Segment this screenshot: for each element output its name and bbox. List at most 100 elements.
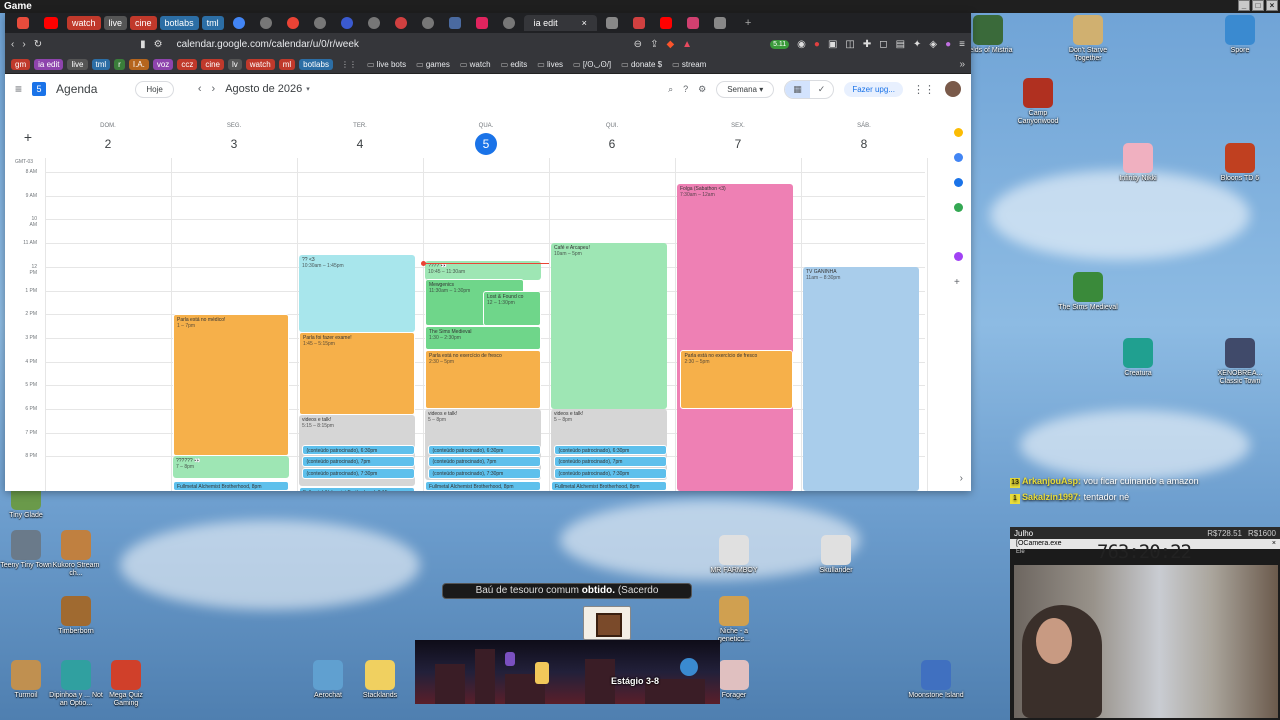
- maps-icon[interactable]: [954, 203, 963, 212]
- desktop-shortcut[interactable]: XENOBREA... Classic Town: [1210, 338, 1270, 386]
- chat-username[interactable]: ArkanjouAsp:: [1022, 476, 1081, 486]
- create-button[interactable]: +: [19, 128, 37, 146]
- calendar-event[interactable]: (conteúdo patrocinado), 7:30pm: [554, 468, 667, 479]
- reload-icon[interactable]: ↻: [34, 39, 42, 50]
- bookmark-chip[interactable]: voz: [152, 59, 174, 70]
- calendar-event[interactable]: Folga (Sabathon <3) 7:30am – 12am: [677, 183, 793, 491]
- more-bookmarks-icon[interactable]: »: [959, 59, 965, 70]
- globe-icon[interactable]: [421, 17, 434, 29]
- tab-botlabs[interactable]: botlabs: [159, 16, 199, 30]
- bookmark-folder[interactable]: donate $: [621, 60, 662, 69]
- calendar-view-icon[interactable]: ▦: [785, 80, 810, 98]
- bookmark-chip[interactable]: ccz: [177, 59, 198, 70]
- bookmark-folder[interactable]: watch: [460, 60, 491, 69]
- day-header[interactable]: QUA. 5: [423, 123, 549, 155]
- calendar-event[interactable]: (conteúdo patrocinado), 7pm: [428, 456, 541, 468]
- bookmark-chip[interactable]: r: [114, 59, 125, 70]
- desktop-shortcut[interactable]: Infinity Nikki: [1108, 143, 1168, 183]
- apps-grid-icon[interactable]: ⋮⋮: [913, 83, 935, 96]
- close-icon[interactable]: ×: [1272, 539, 1276, 549]
- day-number[interactable]: 6: [601, 133, 623, 155]
- menu-icon[interactable]: ≡: [959, 39, 965, 50]
- calendar-event[interactable]: Lost & Found co 12 – 1:30pm: [483, 290, 541, 327]
- new-tab-icon[interactable]: +: [745, 17, 751, 29]
- day-header[interactable]: QUI. 6: [549, 123, 675, 155]
- calendar-event[interactable]: (conteúdo patrocinado), 7:30pm: [428, 468, 541, 479]
- extension-icon[interactable]: ▣: [828, 39, 837, 50]
- day-header[interactable]: SEX. 7: [675, 123, 801, 155]
- desktop-shortcut[interactable]: Moonstone Island: [906, 660, 966, 700]
- bookmark-folder[interactable]: games: [416, 60, 450, 69]
- desktop-shortcut[interactable]: Timberborn: [46, 596, 106, 636]
- tab-tml[interactable]: tml: [201, 16, 224, 30]
- chrome-icon[interactable]: [232, 17, 245, 29]
- calendar-event[interactable]: Fullmetal Alchemist Brotherhood, 8pm: [551, 481, 667, 491]
- zoom-icon[interactable]: ⊖: [634, 39, 642, 50]
- globe-icon[interactable]: [313, 17, 326, 29]
- desktop-shortcut[interactable]: Spore: [1210, 15, 1270, 55]
- desktop-shortcut[interactable]: Skullarider: [806, 535, 866, 575]
- tab-icon[interactable]: [394, 17, 407, 29]
- tab-active[interactable]: ia edit ×: [523, 15, 597, 31]
- record-icon[interactable]: ●: [814, 39, 820, 50]
- tab-icon[interactable]: [686, 17, 699, 29]
- bookmark-chip[interactable]: ml: [278, 59, 296, 70]
- forward-icon[interactable]: ›: [22, 39, 25, 50]
- globe-icon[interactable]: [502, 17, 515, 29]
- calendar-event[interactable]: Café e Arcapeu! 10am – 5pm: [551, 243, 667, 409]
- extension-icon[interactable]: ◫: [845, 39, 854, 50]
- profile-icon[interactable]: ●: [945, 39, 951, 50]
- scroll-right-icon[interactable]: ›: [960, 473, 963, 484]
- bookmark-folder[interactable]: live bots: [367, 60, 406, 69]
- bookmark-folder[interactable]: edits: [501, 60, 527, 69]
- today-button[interactable]: Hoje: [135, 80, 174, 98]
- apps-icon[interactable]: ⋮⋮: [341, 60, 357, 69]
- bookmark-folder[interactable]: [/ʘ◡ʘ/]: [573, 60, 611, 69]
- extension-icon[interactable]: ◻: [879, 39, 887, 50]
- bookmark-icon[interactable]: ▮: [140, 39, 146, 50]
- bookmark-chip[interactable]: cine: [201, 59, 224, 70]
- tasks-view-icon[interactable]: ✓: [810, 81, 834, 98]
- prev-week-icon[interactable]: ‹: [198, 83, 202, 95]
- bookmark-folder[interactable]: stream: [672, 60, 706, 69]
- calendar-event[interactable]: The Sims Medieval 1:30 – 2:30pm: [425, 326, 541, 350]
- desktop-shortcut[interactable]: Don't Starve Together: [1058, 15, 1118, 63]
- extension-icon[interactable]: ◉: [797, 39, 806, 50]
- minimize-button[interactable]: _: [1238, 0, 1250, 11]
- add-addon-icon[interactable]: +: [954, 277, 963, 288]
- tab-icon[interactable]: [475, 17, 488, 29]
- bookmark-chip[interactable]: watch: [245, 59, 275, 70]
- maximize-button[interactable]: □: [1252, 0, 1264, 11]
- brave-icon[interactable]: ◆: [666, 39, 674, 50]
- puzzle-icon[interactable]: ✚: [863, 39, 871, 50]
- youtube-icon[interactable]: [44, 17, 58, 29]
- calendar-event[interactable]: Parla está no exercício de fresco 2:30 – …: [425, 349, 541, 409]
- treasure-chest-icon[interactable]: [583, 606, 631, 640]
- day-header[interactable]: TER. 4: [297, 123, 423, 155]
- desktop-shortcut[interactable]: Bloons TD 6: [1210, 143, 1270, 183]
- next-week-icon[interactable]: ›: [212, 83, 216, 95]
- calendar-event[interactable]: Fullmetal Alchemist Brotherhood, 8:15pm: [299, 487, 415, 491]
- tab-icon[interactable]: [605, 17, 618, 29]
- back-icon[interactable]: ‹: [11, 39, 14, 50]
- tasks-icon[interactable]: [954, 153, 963, 162]
- view-toggle[interactable]: ▦ ✓: [784, 79, 835, 99]
- day-number[interactable]: 4: [349, 133, 371, 155]
- desktop-shortcut[interactable]: Mega Quiz Gaming: [96, 660, 156, 708]
- desktop-shortcut[interactable]: Stacklands: [350, 660, 410, 700]
- calendar-event[interactable]: (conteúdo patrocinado), 7:30pm: [302, 468, 415, 479]
- leo-icon[interactable]: ✦: [913, 39, 921, 50]
- pinterest-icon[interactable]: [286, 17, 299, 29]
- calendar-event[interactable]: ?????? 👀 7 – 8pm: [173, 456, 289, 478]
- bookmark-chip[interactable]: ia edit: [34, 59, 64, 70]
- tab-icon[interactable]: [340, 17, 353, 29]
- view-select[interactable]: Semana ▾: [716, 80, 775, 98]
- wallet-icon[interactable]: ▤: [896, 39, 905, 50]
- day-number[interactable]: 2: [97, 133, 119, 155]
- calendar-event[interactable]: Fullmetal Alchemist Brotherhood, 8pm: [173, 481, 289, 491]
- browser-app-icon[interactable]: [17, 17, 29, 29]
- bookmark-chip[interactable]: gm: [11, 59, 31, 70]
- bookmark-chip[interactable]: lv: [228, 59, 242, 70]
- tab-live[interactable]: live: [103, 16, 128, 30]
- bookmark-folder[interactable]: lives: [537, 60, 563, 69]
